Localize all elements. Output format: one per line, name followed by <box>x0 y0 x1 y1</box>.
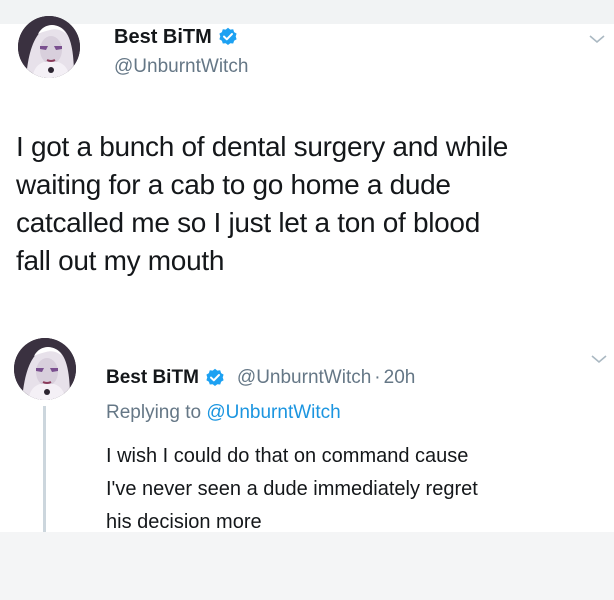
reply-text-line: I wish I could do that on command cause <box>106 445 469 467</box>
handle[interactable]: @UnburntWitch <box>114 56 248 78</box>
tweet-screenshot: Best BiTM @UnburntWitch I got a bunch of… <box>0 0 614 600</box>
top-strip <box>0 0 614 24</box>
replying-to-label: Replying to <box>106 402 202 423</box>
tweet-text: I got a bunch of dental surgery and whil… <box>16 128 612 280</box>
bottom-strip <box>0 532 614 600</box>
avatar[interactable] <box>18 16 80 78</box>
tweet-text-line: fall out my mouth <box>16 245 225 276</box>
reply-text: I wish I could do that on command cause … <box>106 440 606 539</box>
separator-dot: · <box>374 367 381 388</box>
reply-header: Best BiTM @UnburntWitch · 20h <box>106 365 415 391</box>
tweet-text-line: I got a bunch of dental surgery and whil… <box>16 131 509 162</box>
reply-meta: @UnburntWitch · 20h <box>237 367 415 389</box>
timestamp[interactable]: 20h <box>384 367 416 389</box>
display-name[interactable]: Best BiTM <box>114 26 212 49</box>
avatar[interactable] <box>14 338 76 400</box>
chevron-down-icon[interactable] <box>590 352 608 364</box>
main-name-row: Best BiTM <box>114 24 238 50</box>
mention-link[interactable]: @UnburntWitch <box>206 402 340 423</box>
replying-to: Replying to @UnburntWitch <box>106 402 341 424</box>
thread-line <box>43 406 46 534</box>
chevron-down-icon[interactable] <box>588 32 606 44</box>
verified-badge-icon <box>205 368 225 388</box>
reply-text-line: I've never seen a dude immediately regre… <box>106 478 478 500</box>
handle[interactable]: @UnburntWitch <box>237 367 371 389</box>
tweet-text-line: catcalled me so I just let a ton of bloo… <box>16 207 480 238</box>
tweet-text-line: waiting for a cab to go home a dude <box>16 169 451 200</box>
display-name[interactable]: Best BiTM <box>106 367 199 389</box>
verified-badge-icon <box>218 27 238 47</box>
